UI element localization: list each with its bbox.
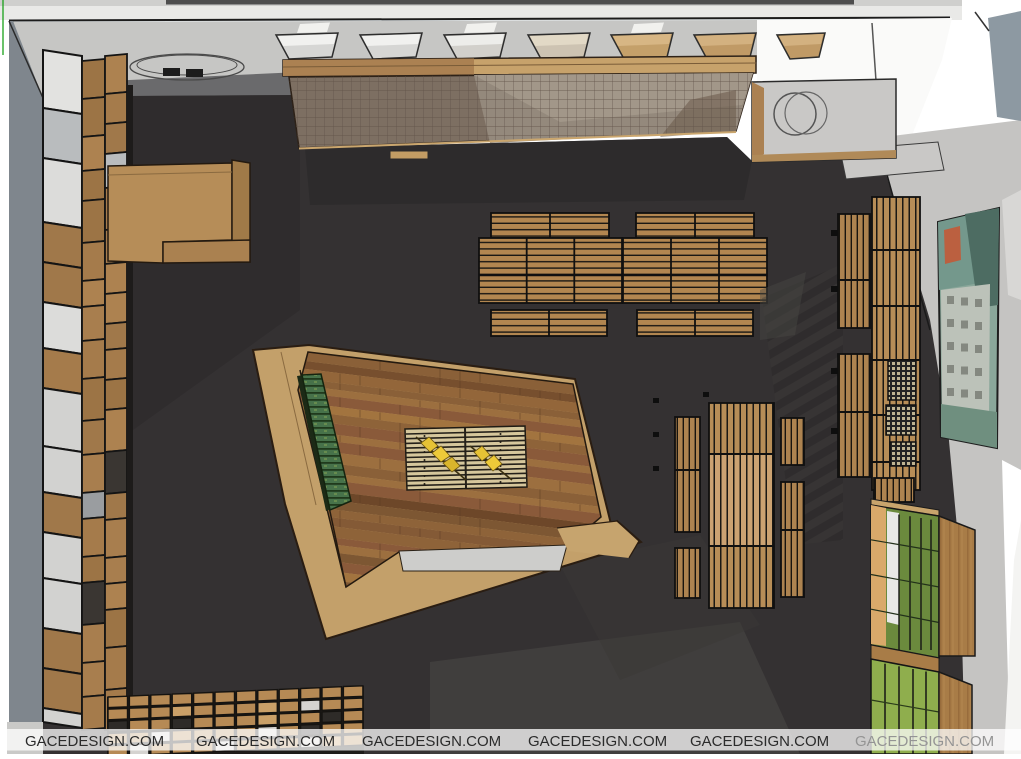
svg-text:GACEDESIGN.COM: GACEDESIGN.COM bbox=[25, 733, 164, 750]
svg-text:GACEDESIGN.COM: GACEDESIGN.COM bbox=[362, 733, 501, 750]
svg-text:GACEDESIGN.COM: GACEDESIGN.COM bbox=[855, 733, 994, 750]
svg-text:GACEDESIGN.COM: GACEDESIGN.COM bbox=[690, 733, 829, 750]
svg-text:GACEDESIGN.COM: GACEDESIGN.COM bbox=[528, 733, 667, 750]
svg-text:GACEDESIGN.COM: GACEDESIGN.COM bbox=[196, 733, 335, 750]
